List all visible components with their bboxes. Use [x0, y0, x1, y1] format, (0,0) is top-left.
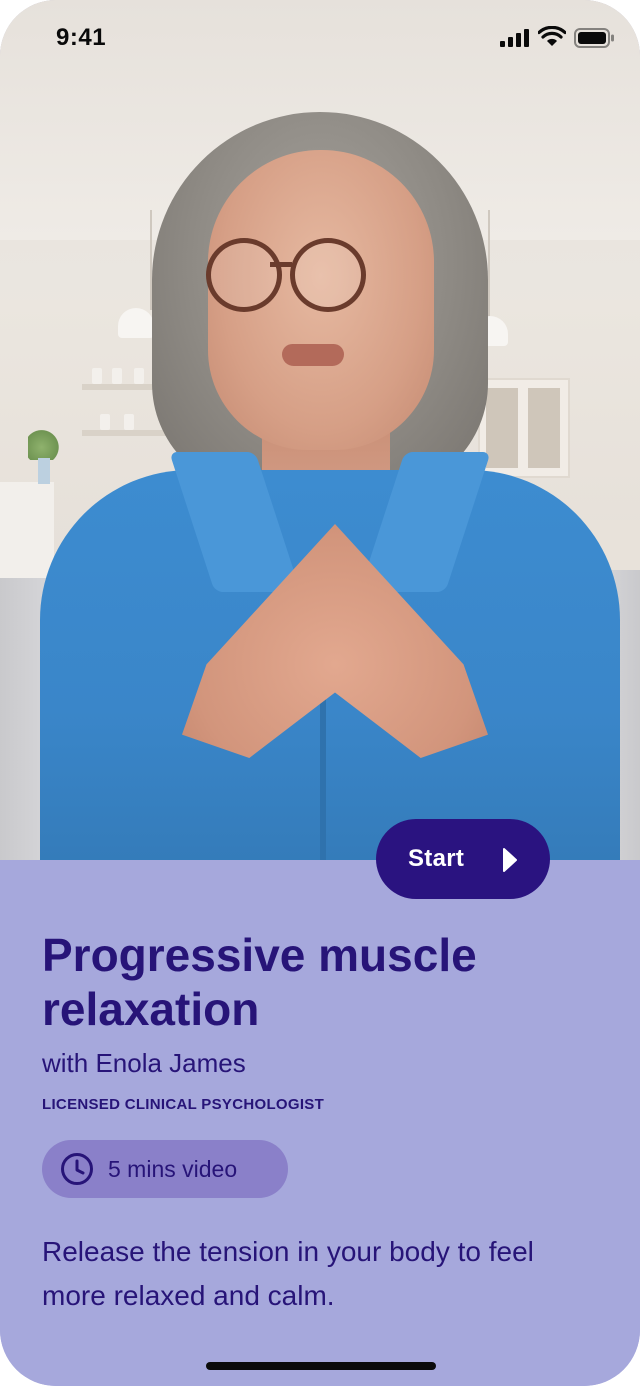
clock-icon — [61, 1153, 93, 1185]
pendant-lamp — [118, 308, 154, 338]
glasses-bridge — [270, 262, 292, 267]
glasses-lens-right — [290, 238, 366, 312]
fridge — [0, 482, 54, 582]
session-title: Progressive muscle relaxation — [42, 929, 477, 1035]
start-button-label: Start — [408, 845, 465, 872]
shelf-jar — [112, 368, 122, 384]
host-role: LICENSED CLINICAL PSYCHOLOGIST — [42, 1096, 325, 1113]
play-icon[interactable] — [502, 848, 518, 872]
cabinet-pane — [528, 388, 560, 468]
status-time: 9:41 — [56, 24, 107, 51]
signal-icon — [500, 29, 529, 47]
cabinet-pane — [486, 388, 518, 468]
shelf-jar — [124, 414, 134, 430]
wall-shelf — [82, 430, 172, 436]
battery-icon — [574, 28, 614, 48]
plant-vase — [38, 458, 50, 484]
session-description: Release the tension in your body to feel… — [42, 1236, 534, 1311]
duration-badge: 5 mins video — [42, 1140, 288, 1198]
duration-label: 5 mins video — [108, 1156, 238, 1182]
wifi-icon — [538, 26, 566, 46]
home-indicator[interactable] — [206, 1362, 436, 1370]
session-host: with Enola James — [42, 1048, 246, 1078]
glasses-lens-left — [206, 238, 282, 312]
start-button[interactable]: Start — [376, 819, 550, 899]
person-mouth — [282, 344, 344, 366]
shelf-jar — [100, 414, 110, 430]
plant — [28, 428, 62, 460]
lamp-cord — [488, 210, 490, 320]
glass-cabinet — [478, 378, 570, 478]
video-thumbnail[interactable] — [0, 0, 640, 860]
status-bar: 9:41 — [0, 0, 640, 80]
shelf-jar — [134, 368, 144, 384]
phone-screen: 9:41 Start Progressive muscle relaxation… — [0, 0, 640, 1386]
shelf-jar — [92, 368, 102, 384]
